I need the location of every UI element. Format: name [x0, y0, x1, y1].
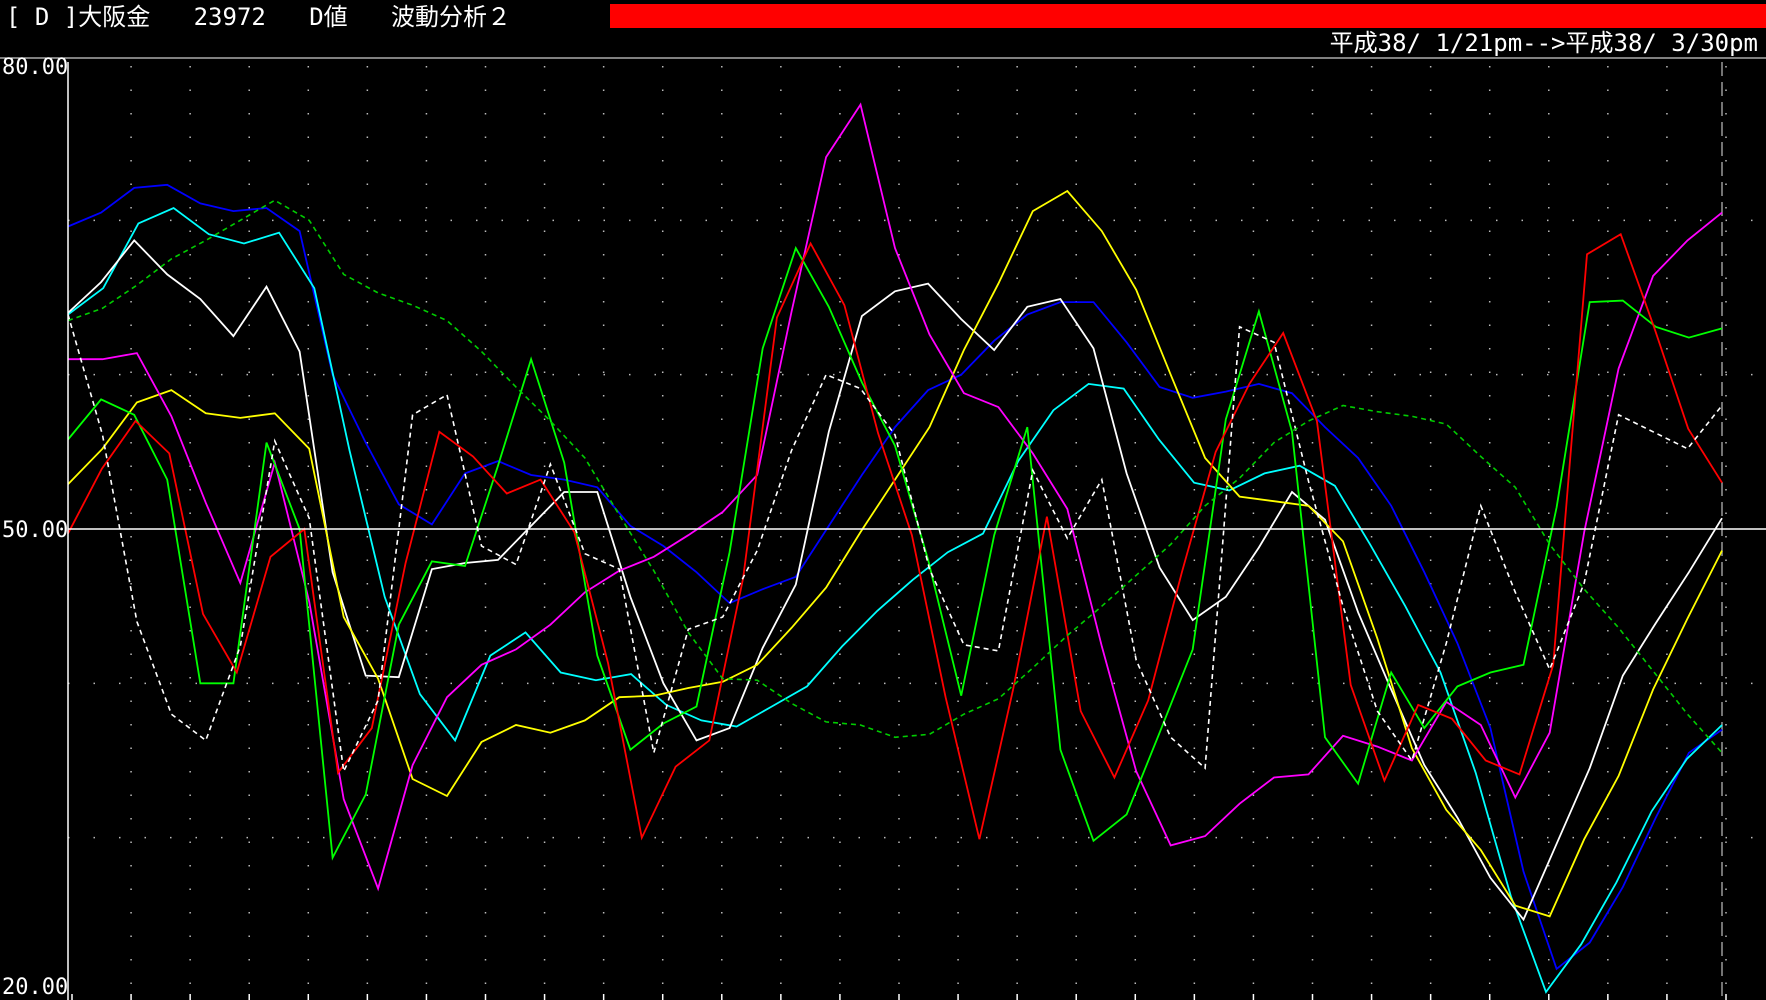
series-line-1 — [67, 183, 1723, 971]
wave-analysis-chart: 80.00 50.00 20.00 — [0, 55, 1766, 1000]
y-tick-label: 50.00 — [2, 518, 68, 543]
series-line-8 — [67, 314, 1723, 775]
series-line-3 — [67, 239, 1723, 922]
series-line-5 — [68, 102, 1723, 892]
grid — [68, 62, 1762, 1000]
series-line-7 — [67, 232, 1723, 841]
series-lines — [67, 102, 1723, 994]
series-line-9 — [67, 199, 1723, 754]
y-tick-label: 20.00 — [2, 975, 68, 1000]
y-tick-label: 80.00 — [2, 55, 68, 80]
series-line-2 — [67, 206, 1723, 994]
